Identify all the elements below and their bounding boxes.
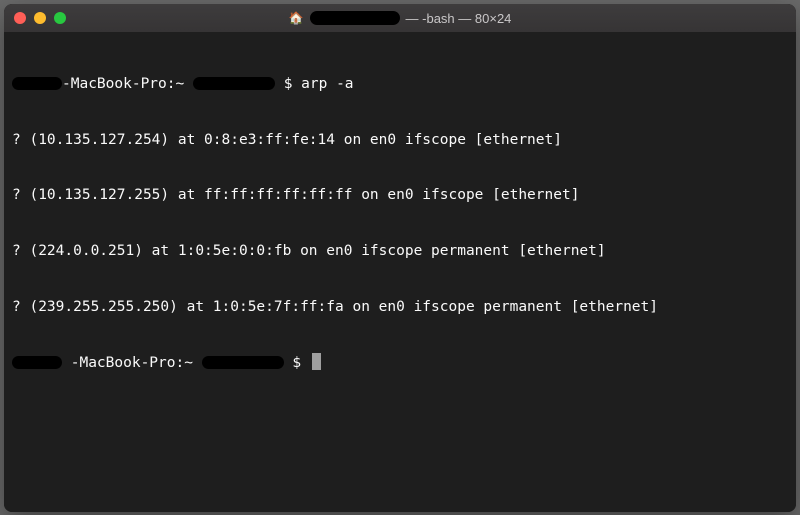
redacted-text <box>12 77 62 90</box>
output-line: ? (224.0.0.251) at 1:0:5e:0:0:fb on en0 … <box>12 242 788 261</box>
titlebar[interactable]: 🏠 — -bash — 80×24 <box>4 4 796 32</box>
title-text: — -bash — 80×24 <box>406 11 512 26</box>
traffic-lights <box>14 12 66 24</box>
prompt-symbol: $ <box>292 355 309 371</box>
redacted-text <box>193 77 275 90</box>
output-line: ? (10.135.127.255) at ff:ff:ff:ff:ff:ff … <box>12 186 788 205</box>
terminal-body[interactable]: -MacBook-Pro:~ $ arp -a ? (10.135.127.25… <box>4 32 796 512</box>
redacted-text <box>12 356 62 369</box>
prompt-symbol: $ <box>284 76 301 92</box>
prompt-line: -MacBook-Pro:~ $ arp -a <box>12 75 788 94</box>
window-title: 🏠 — -bash — 80×24 <box>4 11 796 26</box>
home-icon: 🏠 <box>289 11 304 25</box>
output-line: ? (10.135.127.254) at 0:8:e3:ff:fe:14 on… <box>12 131 788 150</box>
output-line: ? (239.255.255.250) at 1:0:5e:7f:ff:fa o… <box>12 298 788 317</box>
redacted-text <box>310 11 400 25</box>
prompt-host: -MacBook-Pro:~ <box>62 76 193 92</box>
redacted-text <box>202 356 284 369</box>
minimize-icon[interactable] <box>34 12 46 24</box>
prompt-host: -MacBook-Pro:~ <box>71 355 202 371</box>
terminal-window: 🏠 — -bash — 80×24 -MacBook-Pro:~ $ arp -… <box>4 4 796 512</box>
maximize-icon[interactable] <box>54 12 66 24</box>
close-icon[interactable] <box>14 12 26 24</box>
cursor <box>312 353 321 370</box>
command-text: arp -a <box>301 76 353 92</box>
prompt-line-empty: -MacBook-Pro:~ $ <box>12 353 788 373</box>
